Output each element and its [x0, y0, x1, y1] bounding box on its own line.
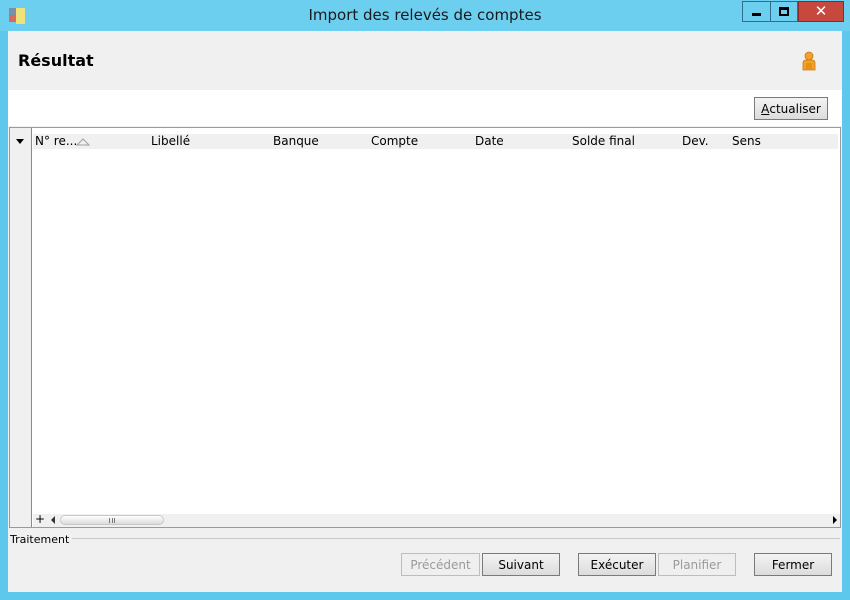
- minimize-icon: [752, 13, 761, 16]
- column-header-date[interactable]: Date: [475, 134, 504, 148]
- column-header-devise[interactable]: Dev.: [682, 134, 709, 148]
- toolbar: Actualiser: [8, 90, 842, 126]
- scroll-left-icon[interactable]: [51, 516, 55, 524]
- column-header-numero[interactable]: N° re...: [35, 134, 77, 148]
- column-header-sens[interactable]: Sens: [732, 134, 761, 148]
- plan-button[interactable]: Planifier: [658, 553, 736, 576]
- window-title: Import des relevés de comptes: [308, 6, 542, 24]
- column-header-compte[interactable]: Compte: [371, 134, 418, 148]
- results-grid[interactable]: N° re... Libellé Banque Compte Date Sold…: [9, 127, 841, 528]
- close-button[interactable]: Fermer: [754, 553, 832, 576]
- dialog-window: Import des relevés de comptes ✕ Résultat…: [0, 0, 850, 600]
- column-header-solde-final[interactable]: Solde final: [572, 134, 635, 148]
- next-button[interactable]: Suivant: [482, 553, 560, 576]
- section-divider: [10, 538, 840, 539]
- grid-row-header: [10, 128, 32, 527]
- sort-ascending-icon: [76, 138, 90, 146]
- title-bar[interactable]: Import des relevés de comptes ✕: [0, 0, 850, 31]
- refresh-button[interactable]: Actualiser: [754, 97, 828, 120]
- column-header-banque[interactable]: Banque: [273, 134, 319, 148]
- section-label: Traitement: [10, 533, 73, 546]
- execute-button[interactable]: Exécuter: [578, 553, 656, 576]
- maximize-icon: [779, 7, 789, 16]
- minimize-button[interactable]: [742, 1, 770, 22]
- previous-button[interactable]: Précédent: [401, 553, 480, 576]
- grid-horizontal-scrollbar[interactable]: +: [33, 512, 840, 527]
- scroll-right-icon[interactable]: [833, 516, 837, 524]
- grid-menu-arrow-icon[interactable]: [16, 139, 24, 144]
- grip-icon: [109, 518, 115, 523]
- page-title: Résultat: [18, 51, 94, 70]
- close-icon: ✕: [814, 2, 828, 20]
- grid-column-headers: N° re... Libellé Banque Compte Date Sold…: [33, 134, 838, 149]
- scroll-thumb[interactable]: [60, 515, 164, 525]
- dialog-client: Résultat Actualiser N° re... Libellé Ban…: [8, 31, 842, 592]
- close-window-button[interactable]: ✕: [798, 1, 844, 22]
- user-icon: [802, 51, 816, 71]
- maximize-button[interactable]: [770, 1, 798, 22]
- add-row-button[interactable]: +: [35, 512, 45, 526]
- column-header-libelle[interactable]: Libellé: [151, 134, 190, 148]
- page-header: Résultat: [8, 31, 842, 90]
